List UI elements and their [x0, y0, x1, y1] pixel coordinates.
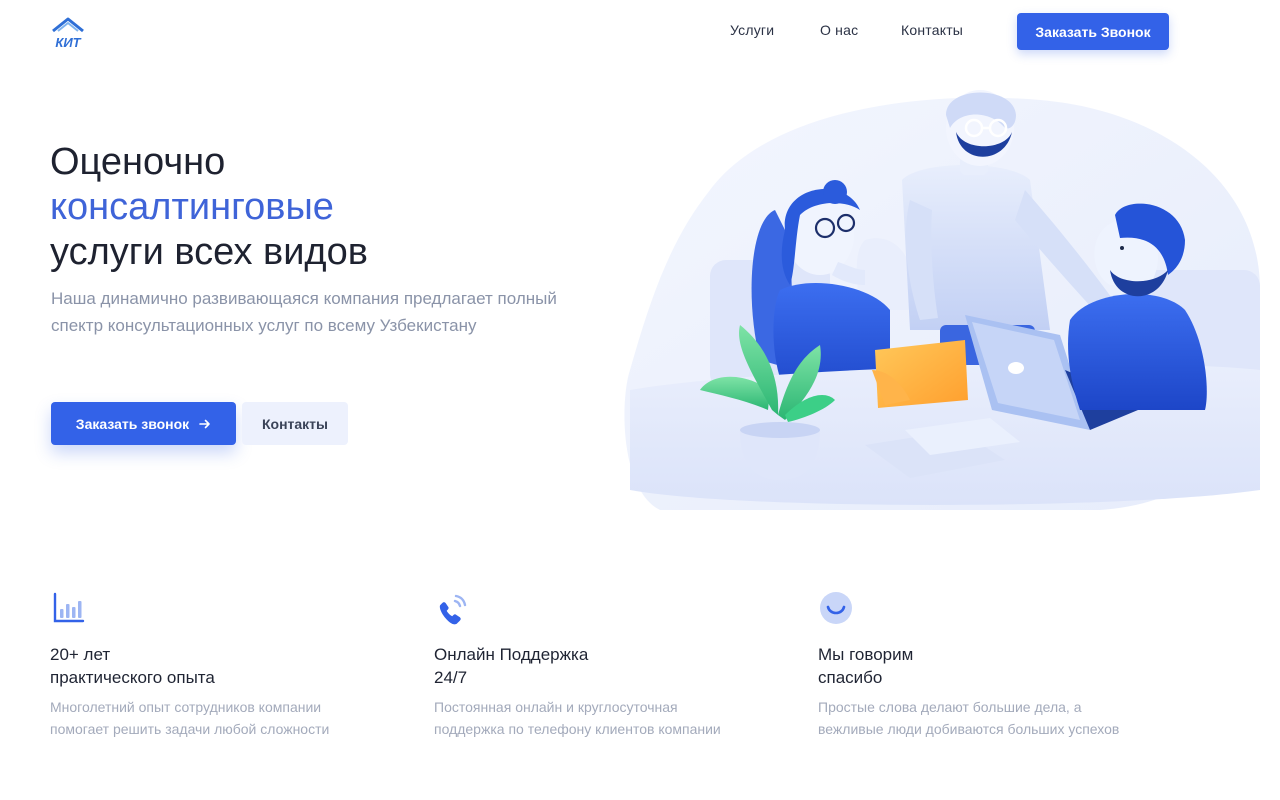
company-logo[interactable]: КИТ — [50, 16, 86, 50]
landing-page: КИТ Услуги О нас Контакты Заказать Звоно… — [0, 0, 1280, 800]
feature-title-line2: практического опыта — [50, 668, 215, 687]
team-meeting-illustration — [624, 90, 1260, 510]
feature-title-line2: 24/7 — [434, 668, 468, 687]
feature-title-line1: 20+ лет — [50, 645, 111, 664]
phone-icon — [439, 594, 467, 625]
arrow-right-icon — [199, 419, 210, 428]
hero-title-line3: услуги всех видов — [50, 231, 368, 273]
site-header: КИТ Услуги О нас Контакты Заказать Звоно… — [0, 0, 1280, 62]
nav-link-contacts[interactable]: Контакты — [901, 22, 963, 38]
feature-desc-line1: Постоянная онлайн и круглосуточная — [434, 699, 678, 715]
feature-desc-line1: Простые слова делают большие дела, а — [818, 699, 1082, 715]
feature-desc-line2: вежливые люди добиваются больших успехов — [818, 721, 1120, 737]
smile-icon — [820, 592, 852, 624]
svg-text:КИТ: КИТ — [55, 35, 81, 50]
contacts-button[interactable]: Контакты — [242, 402, 348, 445]
hero-subtitle: Наша динамично развивающаяся компания пр… — [51, 289, 557, 335]
feature-desc-line2: помогает решить задачи любой сложности — [50, 721, 330, 737]
feature-description: Постоянная онлайн и круглосуточная подде… — [434, 696, 794, 740]
order-call-button[interactable]: Заказать звонок — [51, 402, 236, 445]
hero-title-accent: консалтинговые — [50, 186, 334, 228]
feature-thanks: Мы говорим спасибо Простые слова делают … — [818, 590, 1178, 740]
feature-desc-line1: Многолетний опыт сотрудников компании — [50, 699, 322, 715]
feature-desc-line2: поддержка по телефону клиентов компании — [434, 721, 721, 737]
feature-description: Многолетний опыт сотрудников компании по… — [50, 696, 410, 740]
feature-title: Мы говорим спасибо — [818, 643, 1178, 689]
feature-title-line1: Онлайн Поддержка — [434, 645, 589, 664]
hero-title: Оценочно консалтинговые услуги всех видо… — [50, 140, 570, 275]
hero-title-line1: Оценочно — [50, 141, 226, 183]
feature-title-line1: Мы говорим — [818, 645, 914, 664]
bar-chart-icon — [53, 592, 85, 623]
order-call-button-label: Заказать звонок — [75, 415, 190, 432]
feature-support: Онлайн Поддержка 24/7 Постоянная онлайн … — [434, 590, 794, 740]
feature-title: Онлайн Поддержка 24/7 — [434, 643, 794, 689]
feature-description: Простые слова делают большие дела, а веж… — [818, 696, 1178, 740]
header-order-call-button[interactable]: Заказать Звонок — [1017, 13, 1169, 50]
nav-link-services[interactable]: Услуги — [730, 22, 774, 38]
feature-title-line2: спасибо — [818, 668, 883, 687]
feature-title: 20+ лет практического опыта — [50, 643, 410, 689]
feature-experience: 20+ лет практического опыта Многолетний … — [50, 590, 410, 740]
nav-link-about[interactable]: О нас — [820, 22, 858, 38]
